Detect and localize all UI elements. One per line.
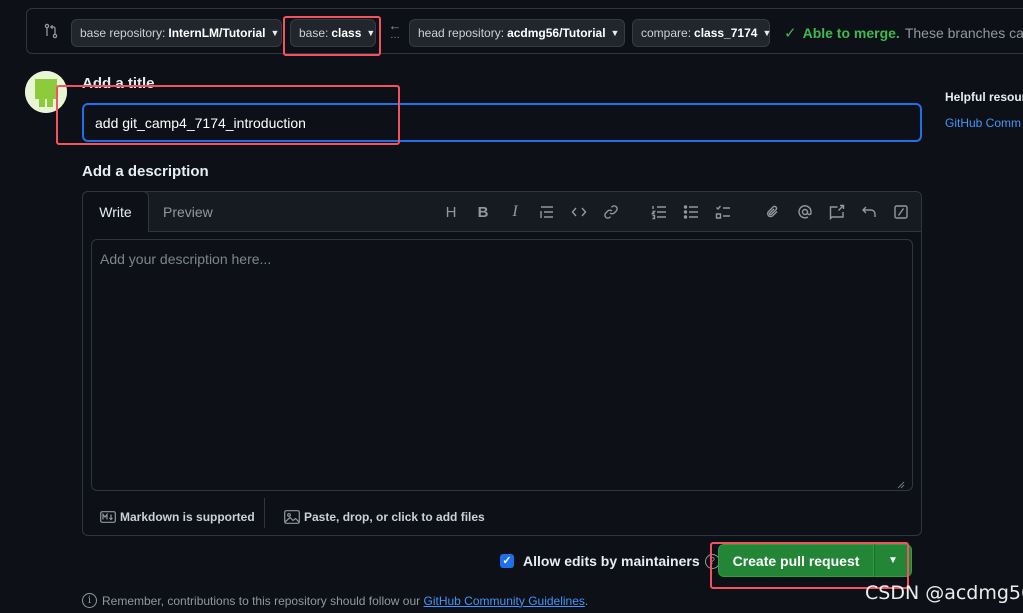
attachment-icon[interactable]	[763, 202, 783, 222]
bold-icon[interactable]: B	[473, 202, 493, 222]
caret-down-icon: ▼	[762, 28, 772, 38]
git-compare-icon	[44, 23, 58, 39]
task-list-icon[interactable]	[713, 202, 733, 222]
base-repository-selector[interactable]: base repository: InternLM/Tutorial ▼	[71, 19, 282, 47]
community-guidelines-link[interactable]: GitHub Community Guidelines	[424, 594, 585, 608]
description-textarea[interactable]	[91, 239, 913, 491]
editor-toolbar: Write Preview H B I	[82, 191, 921, 232]
highlight-box-title	[56, 85, 400, 145]
info-icon: i	[82, 593, 97, 608]
unordered-list-icon[interactable]	[681, 202, 701, 222]
head-repository-selector[interactable]: head repository: acdmg56/Tutorial ▼	[409, 19, 625, 47]
check-icon: ✓	[784, 25, 797, 42]
resize-handle-icon[interactable]	[895, 479, 905, 489]
markdown-icon	[100, 511, 116, 523]
markdown-supported-link[interactable]: Markdown is supported	[100, 510, 255, 524]
mention-icon[interactable]	[795, 202, 815, 222]
checkbox-checked-icon[interactable]: ✓	[500, 554, 514, 568]
guidelines-note: i Remember, contributions to this reposi…	[82, 593, 588, 608]
caret-down-icon: ▼	[270, 28, 280, 38]
caret-down-icon: ▼	[610, 28, 620, 38]
quote-icon[interactable]	[537, 202, 557, 222]
watermark: CSDN @acdmg56	[865, 582, 1023, 604]
undo-icon[interactable]	[859, 202, 879, 222]
helpful-resources-heading: Helpful resour	[945, 90, 1023, 104]
ordered-list-icon[interactable]	[649, 202, 669, 222]
slash-command-icon[interactable]	[891, 202, 911, 222]
allow-edits-checkbox[interactable]: ✓ Allow edits by maintainers ?	[500, 553, 720, 569]
merge-status: ✓ Able to merge. These branches can	[784, 25, 1023, 42]
community-guidelines-side-link[interactable]: GitHub Comm	[945, 116, 1021, 130]
italic-icon[interactable]: I	[505, 202, 525, 222]
attach-files-button[interactable]: Paste, drop, or click to add files	[284, 510, 485, 524]
image-icon	[284, 510, 300, 524]
highlight-box-base	[283, 16, 381, 56]
description-editor: Write Preview H B I Add your description…	[82, 191, 922, 536]
editor-footer: Markdown is supported Paste, drop, or cl…	[83, 498, 921, 536]
code-icon[interactable]	[569, 202, 589, 222]
description-label: Add a description	[82, 163, 209, 180]
link-icon[interactable]	[601, 202, 621, 222]
compare-branch-selector[interactable]: compare: class_7174 ▼	[632, 19, 772, 47]
arrow-left-icon: ← …	[388, 18, 402, 41]
tab-write[interactable]: Write	[82, 191, 149, 232]
cross-reference-icon[interactable]	[827, 202, 847, 222]
tab-preview[interactable]: Preview	[163, 204, 213, 220]
compare-bar: base repository: InternLM/Tutorial ▼ bas…	[26, 8, 1023, 54]
footer-divider	[264, 498, 265, 528]
heading-icon[interactable]: H	[441, 202, 461, 222]
